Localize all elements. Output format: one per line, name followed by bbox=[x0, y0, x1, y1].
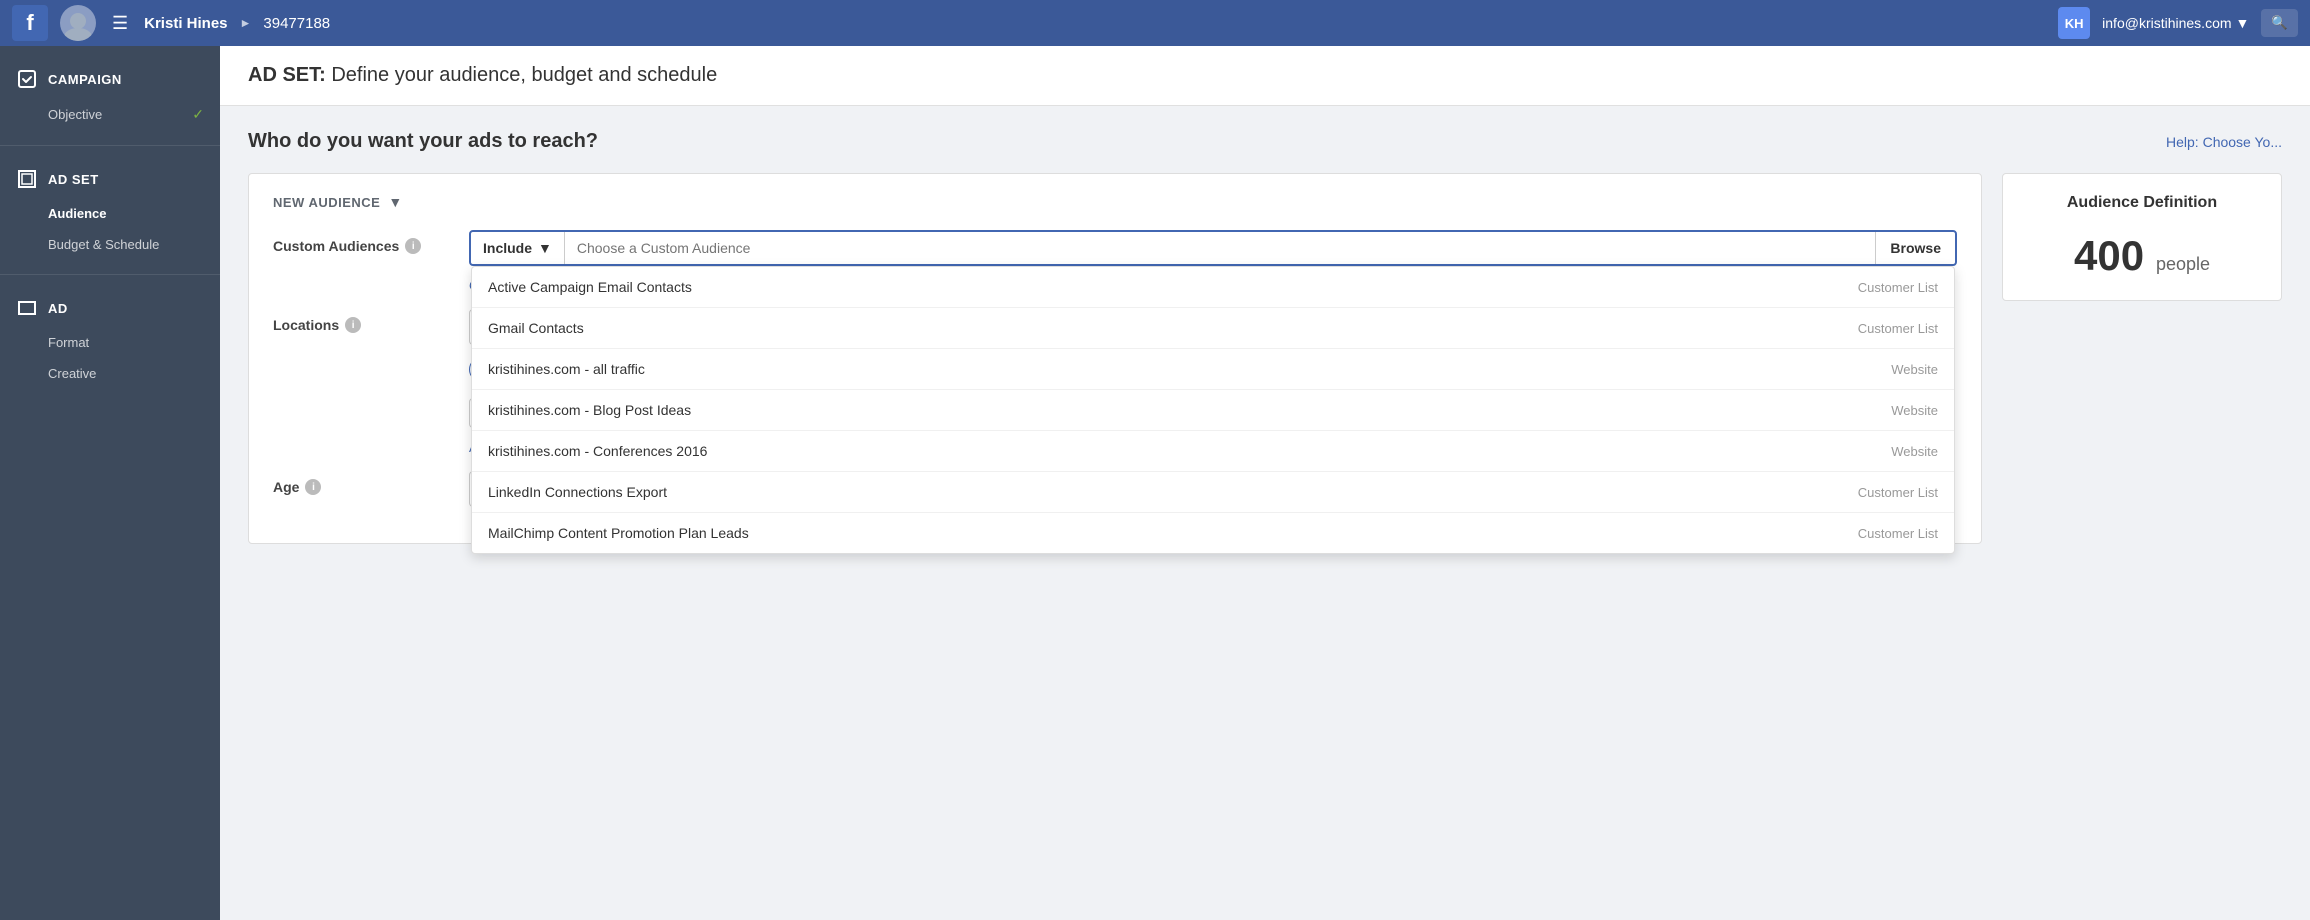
locations-info-icon[interactable]: i bbox=[345, 317, 361, 333]
page-header: AD SET: Define your audience, budget and… bbox=[220, 46, 2310, 106]
custom-audiences-control: Include ▼ Browse bbox=[469, 230, 1957, 293]
audience-search-input[interactable] bbox=[565, 232, 1876, 264]
section-title: Who do you want your ads to reach? bbox=[248, 130, 598, 153]
content-area: Who do you want your ads to reach? Help:… bbox=[220, 106, 2310, 584]
main-content: AD SET: Define your audience, budget and… bbox=[220, 46, 2310, 920]
dropdown-item-2[interactable]: kristihines.com - all traffic Website bbox=[472, 349, 1954, 390]
audience-card: NEW AUDIENCE ▼ Custom Audiences i bbox=[248, 173, 1982, 544]
age-info-icon[interactable]: i bbox=[305, 479, 321, 495]
breadcrumb-arrow: ► bbox=[240, 16, 252, 30]
sidebar-section-campaign: CAMPAIGN Objective ✓ bbox=[0, 46, 220, 145]
section-title-row: Who do you want your ads to reach? Help:… bbox=[248, 130, 2282, 153]
audience-dropdown-menu: Active Campaign Email Contacts Customer … bbox=[471, 266, 1955, 554]
user-avatar bbox=[60, 5, 96, 41]
browse-button[interactable]: Browse bbox=[1875, 232, 1955, 264]
include-dropdown-icon: ▼ bbox=[538, 240, 552, 256]
dropdown-item-4[interactable]: kristihines.com - Conferences 2016 Websi… bbox=[472, 431, 1954, 472]
account-name: Kristi Hines bbox=[144, 15, 227, 32]
sidebar-section-ad: AD Format Creative bbox=[0, 274, 220, 403]
dropdown-item-6[interactable]: MailChimp Content Promotion Plan Leads C… bbox=[472, 513, 1954, 553]
audience-input-wrapper: Include ▼ Browse bbox=[469, 230, 1957, 266]
new-audience-label: NEW AUDIENCE bbox=[273, 195, 380, 210]
top-nav-right: KH info@kristihines.com ▼ 🔍 bbox=[2058, 7, 2298, 39]
sidebar-adset-header: AD SET bbox=[0, 160, 220, 198]
new-audience-header: NEW AUDIENCE ▼ bbox=[273, 194, 1957, 210]
content-main: NEW AUDIENCE ▼ Custom Audiences i bbox=[248, 173, 1982, 560]
new-audience-dropdown-button[interactable]: ▼ bbox=[388, 194, 402, 210]
sidebar-section-adset: AD SET Audience Budget & Schedule bbox=[0, 145, 220, 274]
sidebar-item-budget-schedule[interactable]: Budget & Schedule bbox=[0, 229, 220, 260]
email-dropdown[interactable]: info@kristihines.com ▼ bbox=[2102, 15, 2249, 31]
search-icon: 🔍 bbox=[2271, 15, 2288, 31]
dropdown-item-3[interactable]: kristihines.com - Blog Post Ideas Websit… bbox=[472, 390, 1954, 431]
custom-audiences-label: Custom Audiences i bbox=[273, 230, 453, 254]
campaign-icon bbox=[16, 68, 38, 90]
main-layout: CAMPAIGN Objective ✓ AD SET Audience bbox=[0, 46, 2310, 920]
age-label: Age i bbox=[273, 471, 453, 495]
account-id: 39477188 bbox=[263, 15, 330, 32]
search-button[interactable]: 🔍 bbox=[2261, 9, 2298, 37]
facebook-logo: f bbox=[12, 5, 48, 41]
sidebar-campaign-header: CAMPAIGN bbox=[0, 60, 220, 98]
custom-audiences-info-icon[interactable]: i bbox=[405, 238, 421, 254]
sidebar-item-format[interactable]: Format bbox=[0, 327, 220, 358]
sidebar: CAMPAIGN Objective ✓ AD SET Audience bbox=[0, 46, 220, 920]
people-count-row: 400 people bbox=[2023, 232, 2261, 280]
people-label: people bbox=[2156, 254, 2210, 274]
content-with-panel: NEW AUDIENCE ▼ Custom Audiences i bbox=[248, 173, 2282, 560]
audience-definition-title: Audience Definition bbox=[2023, 194, 2261, 212]
sidebar-ad-header: AD bbox=[0, 289, 220, 327]
ad-icon bbox=[16, 297, 38, 319]
page-title: AD SET: Define your audience, budget and… bbox=[248, 64, 2282, 87]
help-link[interactable]: Help: Choose Yo... bbox=[2166, 134, 2282, 150]
sidebar-item-audience[interactable]: Audience bbox=[0, 198, 220, 229]
dropdown-item-0[interactable]: Active Campaign Email Contacts Customer … bbox=[472, 267, 1954, 308]
check-icon: ✓ bbox=[192, 106, 204, 123]
include-button[interactable]: Include ▼ bbox=[471, 232, 565, 264]
dropdown-item-5[interactable]: LinkedIn Connections Export Customer Lis… bbox=[472, 472, 1954, 513]
dropdown-item-1[interactable]: Gmail Contacts Customer List bbox=[472, 308, 1954, 349]
hamburger-menu[interactable]: ☰ bbox=[108, 9, 132, 38]
sidebar-item-creative[interactable]: Creative bbox=[0, 358, 220, 389]
user-initials-badge: KH bbox=[2058, 7, 2090, 39]
top-navigation: f ☰ Kristi Hines ► 39477188 KH info@kris… bbox=[0, 0, 2310, 46]
adset-icon bbox=[16, 168, 38, 190]
sidebar-item-objective[interactable]: Objective ✓ bbox=[0, 98, 220, 131]
dropdown-chevron-icon: ▼ bbox=[2236, 15, 2250, 31]
locations-label: Locations i bbox=[273, 309, 453, 333]
custom-audiences-row: Custom Audiences i Include ▼ bbox=[273, 230, 1957, 293]
audience-definition-panel: Audience Definition 400 people bbox=[2002, 173, 2282, 301]
people-count: 400 bbox=[2074, 232, 2144, 279]
